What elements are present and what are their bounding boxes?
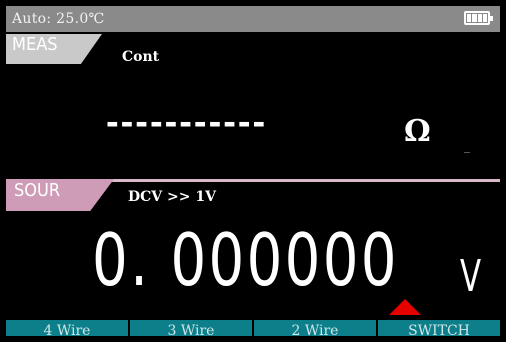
softkey-switch[interactable]: SWITCH xyxy=(378,320,500,336)
instrument-screen: Auto: 25.0℃ MEAS Cont ----------- Ω SOUR… xyxy=(6,6,500,336)
sour-unit: V xyxy=(460,251,482,302)
meas-reading: ----------- xyxy=(106,101,268,143)
section-divider xyxy=(106,179,500,182)
battery-icon xyxy=(464,11,493,25)
meas-tab-label: MEAS xyxy=(12,34,58,55)
meas-indicator xyxy=(464,152,470,153)
meas-mode-label: Cont xyxy=(122,49,160,65)
sour-setpoint-value[interactable]: 0. 000000 xyxy=(92,220,399,300)
cursor-up-arrow-icon xyxy=(389,299,421,315)
softkey-3-wire[interactable]: 3 Wire xyxy=(130,320,252,336)
meas-unit: Ω xyxy=(404,114,431,149)
sour-range-label: DCV >> 1V xyxy=(128,189,216,205)
sour-tab-label: SOUR xyxy=(14,180,61,201)
status-bar: Auto: 25.0℃ xyxy=(6,6,500,32)
softkey-4-wire[interactable]: 4 Wire xyxy=(6,320,128,336)
softkey-2-wire[interactable]: 2 Wire xyxy=(254,320,376,336)
softkey-bar: 4 Wire 3 Wire 2 Wire SWITCH xyxy=(6,320,500,336)
status-text: Auto: 25.0℃ xyxy=(12,11,105,27)
